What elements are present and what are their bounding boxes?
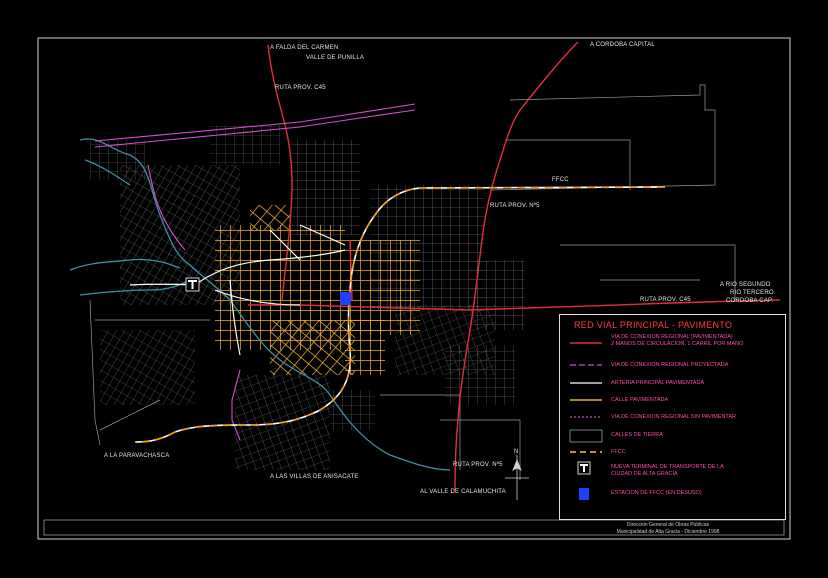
legend-label: VIA DE CONEXION REGIONAL SIN PAVIMENTAR	[611, 414, 737, 420]
legend-item-paved-street: CALLE PAVIMENTADA	[560, 397, 785, 415]
credits-line-2: Municipalidad de Alta Gracia - Diciembre…	[616, 529, 720, 535]
map-credits: Dirección General de Obras Públicas Muni…	[558, 522, 778, 536]
label-cordoba-cap: CORDOBA CAP.	[726, 298, 774, 304]
label-to-calamuchita: AL VALLE DE CALAMUCHITA	[420, 489, 506, 495]
label-ruta-5-south: RUTA PROV. Nº5	[453, 462, 503, 468]
label-ruta-c45-north: RUTA PROV. C45	[275, 85, 326, 91]
label-to-rio-segundo: A RIO SEGUNDO	[720, 282, 771, 288]
railway-station-icon	[340, 292, 351, 305]
legend-item-regional-paved: VIA DE CONEXION REGIONAL (PAVIMENTADA) 2…	[560, 334, 785, 352]
legend-label: ARTERIA PRINCIPAL PAVIMENTADA	[611, 380, 705, 386]
north-arrow-icon	[505, 455, 529, 500]
legend-label: CALLE PAVIMENTADA	[611, 397, 669, 403]
label-valle-punilla: VALLE DE PUNILLA	[306, 55, 365, 61]
legend-title: RED VIAL PRINCIPAL - PAVIMENTO	[574, 320, 733, 330]
legend-item-dirt-streets: CALLES DE TIERRA	[560, 432, 785, 450]
legend-item-main-arterial: ARTERIA PRINCIPAL PAVIMENTADA	[560, 380, 785, 398]
legend-label: NUEVA TERMINAL DE TRANSPORTE DE LA CIUDA…	[611, 464, 724, 477]
label-to-falda: A FALDA DEL CARMEN	[270, 45, 339, 51]
legend-label: ESTACION DE FFCC (EN DESUSO)	[611, 490, 702, 496]
legend-item-terminal: NUEVA TERMINAL DE TRANSPORTE DE LA CIUDA…	[560, 464, 785, 482]
legend-label: FFCC	[611, 449, 626, 455]
legend-label: CALLES DE TIERRA	[611, 432, 663, 438]
label-ruta-5: RUTA PROV. Nº5	[490, 203, 540, 209]
legend-label: VIA DE CONEXION REGIONAL PROYECTADA	[611, 362, 729, 368]
label-to-paravachasca: A LA PARAVACHASCA	[104, 453, 170, 459]
legend-item-regional-unpaved: VIA DE CONEXION REGIONAL SIN PAVIMENTAR	[560, 414, 785, 432]
legend-label: VIA DE CONEXION REGIONAL (PAVIMENTADA) 2…	[611, 334, 744, 347]
legend-item-regional-projected: VIA DE CONEXION REGIONAL PROYECTADA	[560, 362, 785, 380]
label-north: N	[514, 449, 519, 455]
bus-terminal-icon	[185, 277, 200, 292]
legend-item-station: ESTACION DE FFCC (EN DESUSO)	[560, 490, 785, 508]
label-to-cordoba: A CORDOBA CAPITAL	[590, 42, 655, 48]
label-ruta-c45-east: RUTA PROV. C45	[640, 297, 691, 303]
label-rio-tercero: RIO TERCERO	[730, 290, 774, 296]
label-ffcc: FFCC	[552, 177, 569, 183]
map-legend: RED VIAL PRINCIPAL - PAVIMENTO VIA DE CO…	[559, 314, 786, 520]
label-to-villas: A LAS VILLAS DE ANISACATE	[270, 474, 359, 480]
credits-line-1: Dirección General de Obras Públicas	[626, 522, 710, 528]
